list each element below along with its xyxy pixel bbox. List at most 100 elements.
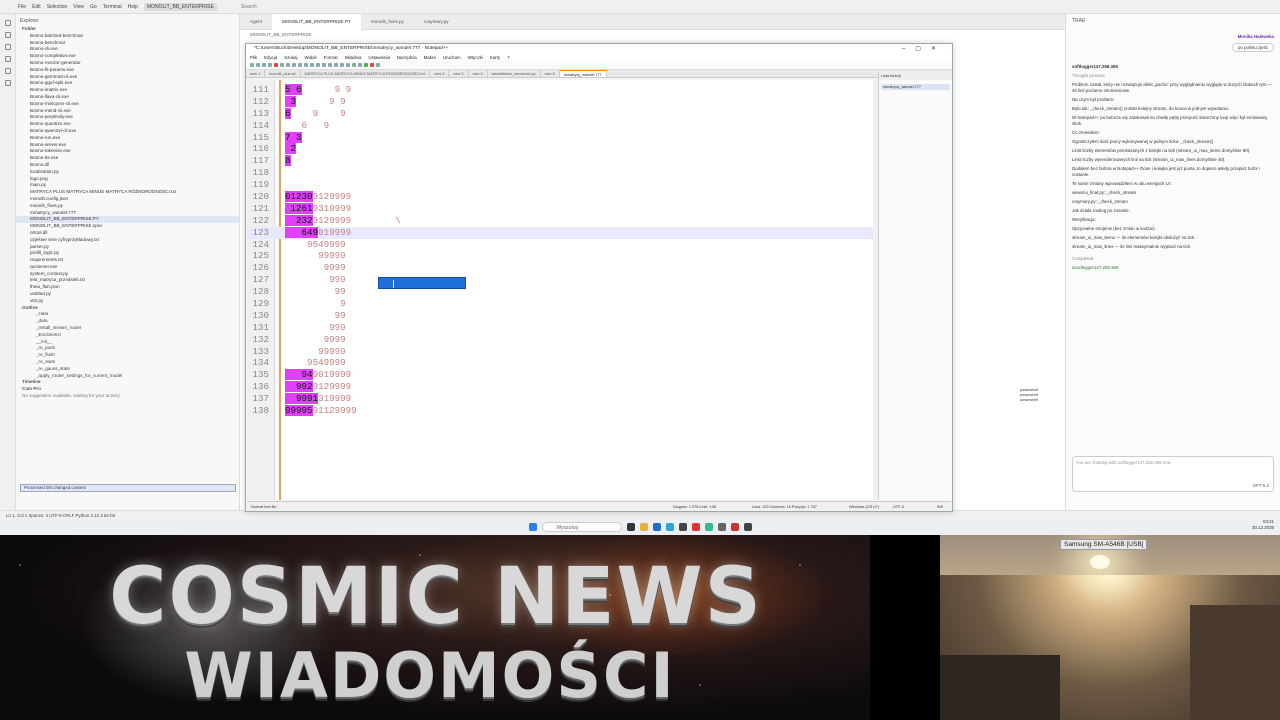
undo-icon[interactable] [304, 63, 308, 67]
notepad-menu-item[interactable]: Karty [490, 55, 500, 60]
record-macro-icon[interactable] [364, 63, 368, 67]
outline-section[interactable]: Outline [16, 305, 239, 312]
outline-item[interactable]: _re_gauss_state [16, 366, 239, 373]
outline-item[interactable]: __init__ [16, 339, 239, 346]
file-item[interactable]: localization.py [16, 169, 239, 176]
copy-icon[interactable] [292, 63, 296, 67]
app-icon[interactable] [717, 522, 726, 531]
file-item[interactable]: MONOLIT_BB_ENTERPRISE.PY [16, 216, 239, 224]
editor-tab[interactable]: Agent [240, 19, 272, 24]
outline-item[interactable]: _install_stream_router [16, 325, 239, 332]
notepad-file-tab[interactable]: new 4 [469, 70, 488, 77]
cursor-section[interactable]: Cam Pro [16, 386, 239, 393]
file-item[interactable]: Bonno-completion.exe [16, 53, 239, 60]
file-item[interactable]: mmatrycy_wandel.777 [16, 210, 239, 217]
outline-item[interactable]: _apply_router_settings_for_current_model [16, 373, 239, 380]
cut-icon[interactable] [286, 63, 290, 67]
terminal-tab[interactable]: powershell [1020, 398, 1060, 403]
menu-item-view[interactable]: View [73, 4, 84, 10]
file-item[interactable]: Bonno-run.exe [16, 135, 239, 142]
notepad-menu-item[interactable]: Plik [250, 55, 257, 60]
file-item[interactable]: Bonno-mtmd-cli.exe [16, 108, 239, 115]
notepad-menu-item[interactable]: Widok [304, 55, 316, 60]
search-icon[interactable] [4, 32, 11, 38]
notepad-menu-item[interactable]: Makra [424, 55, 436, 60]
notepad-menu-item[interactable]: Wtyczki [468, 55, 483, 60]
project-tag[interactable]: MONOLIT_BB_ENTERPRISE [143, 2, 217, 11]
outline-item[interactable]: _re_flush [16, 352, 239, 359]
file-item[interactable]: Bonno-cvector-generator [16, 60, 239, 67]
menu-item-selection[interactable]: Selection [47, 4, 68, 10]
file-item[interactable]: monolit_fixes.py [16, 203, 239, 210]
notepad-menu-item[interactable]: Narzędzia [397, 55, 417, 60]
editor-tab[interactable]: craymary.py [414, 19, 459, 24]
breadcrumb[interactable]: MONOLIT_BB_ENTERPRISE [240, 30, 1065, 40]
notepad-file-tab[interactable]: new 5 [541, 70, 560, 77]
file-item[interactable]: system_context.py [16, 271, 239, 278]
notepad-file-tab[interactable]: new 1 [246, 70, 266, 77]
file-item[interactable]: Bonno-fit-params.exe [16, 67, 239, 74]
find-icon[interactable] [316, 63, 320, 67]
notepad-menu-item[interactable]: ? [507, 55, 509, 60]
notepad-file-tab[interactable]: monolit_plus.txt [265, 70, 301, 77]
save-all-icon[interactable] [268, 63, 272, 67]
taskbar-clock[interactable]: 04:21 30.12.2025 [1252, 519, 1274, 531]
window-controls[interactable]: –▢✕ [902, 44, 946, 54]
run-debug-icon[interactable] [4, 56, 11, 62]
file-item[interactable]: untitled.py [16, 291, 239, 298]
notepad-file-tab[interactable]: MATRYCA PLUS MATRYCA MINUS MATRYCA RÓŻNO… [301, 70, 431, 77]
outline-item[interactable]: _data [16, 318, 239, 325]
outline-item[interactable]: _EncloseIUI [16, 332, 239, 339]
file-item[interactable]: logo.png [16, 176, 239, 183]
menu-item-file[interactable]: File [18, 4, 26, 10]
zoom-in-icon[interactable] [328, 63, 332, 67]
file-item[interactable]: main.py [16, 182, 239, 189]
show-all-icon[interactable] [352, 63, 356, 67]
notepad-code-area[interactable]: 111 5 6 9 9 112 3 9 9 113 6 9 9 114 6 9 115 7 3… [247, 80, 873, 500]
file-item[interactable]: Bonno.dll [16, 162, 239, 169]
settings-icon[interactable] [743, 522, 752, 531]
file-item[interactable]: ozjeśnie sme cyfryprzykładowy.txt [16, 237, 239, 244]
file-item[interactable]: parser.py [16, 244, 239, 251]
menu-item-edit[interactable]: Edit [32, 4, 41, 10]
sync-icon[interactable] [340, 63, 344, 67]
file-item[interactable]: Bonno-cli.exe [16, 46, 239, 53]
print-icon[interactable] [280, 63, 284, 67]
notepad-file-tab[interactable]: mmatrycy_wandel.777 [559, 70, 607, 77]
file-item[interactable]: Bonno-quantize.exe [16, 121, 239, 128]
start-icon[interactable] [528, 522, 537, 531]
stop-macro-icon[interactable] [370, 63, 374, 67]
terminal-icon[interactable] [678, 522, 687, 531]
mail-icon[interactable] [652, 522, 661, 531]
notepad-menu-item[interactable]: Składnia [345, 55, 362, 60]
chat-input[interactable]: You are chatting with softlogger147.258.… [1072, 456, 1274, 492]
menu-item-go[interactable]: Go [90, 4, 97, 10]
notepad-menu-item[interactable]: Uruchom [443, 55, 461, 60]
file-item[interactable]: Bonno-gemma3-cli.exe [16, 74, 239, 81]
autocomplete-popup[interactable] [378, 277, 466, 289]
file-item[interactable]: theia_flan.json [16, 284, 239, 291]
notepad-file-tab[interactable]: wandelstem_mnozenie.py [488, 70, 541, 77]
file-item[interactable]: vitri.py [16, 298, 239, 305]
zoom-out-icon[interactable] [334, 63, 338, 67]
notepad-menu-item[interactable]: Ustawienia [368, 55, 389, 60]
file-item[interactable]: Bonno-qwen2vl-cli.exe [16, 128, 239, 135]
function-list-item[interactable]: mmatrycy_wandel.777 [881, 84, 950, 90]
menu-item-terminal[interactable]: Terminal [103, 4, 122, 10]
timeline-section[interactable]: Timeline [16, 379, 239, 386]
notepad-file-tab[interactable]: new 2 [430, 70, 450, 77]
file-item[interactable]: Bonno-minicpmv-cli.exe [16, 101, 239, 108]
file-explorer-icon[interactable] [639, 522, 648, 531]
source-control-icon[interactable] [4, 44, 11, 50]
paste-icon[interactable] [298, 63, 302, 67]
task-view-icon[interactable] [626, 522, 635, 531]
file-item[interactable]: rpcserver.exe [16, 264, 239, 271]
file-item[interactable]: prefill_logic.py [16, 250, 239, 257]
save-icon[interactable] [262, 63, 266, 67]
taskbar-search[interactable]: Wyszukaj [541, 521, 622, 532]
brave-icon[interactable] [691, 522, 700, 531]
notepad-menu-item[interactable]: Edycja [264, 55, 277, 60]
file-item[interactable]: MATRYCA PLUS MATRYCA MINUS MATRYCA RÓŻNO… [16, 189, 239, 196]
file-item[interactable]: Bonno-gguf-split.exe [16, 80, 239, 87]
play-macro-icon[interactable] [376, 63, 380, 67]
